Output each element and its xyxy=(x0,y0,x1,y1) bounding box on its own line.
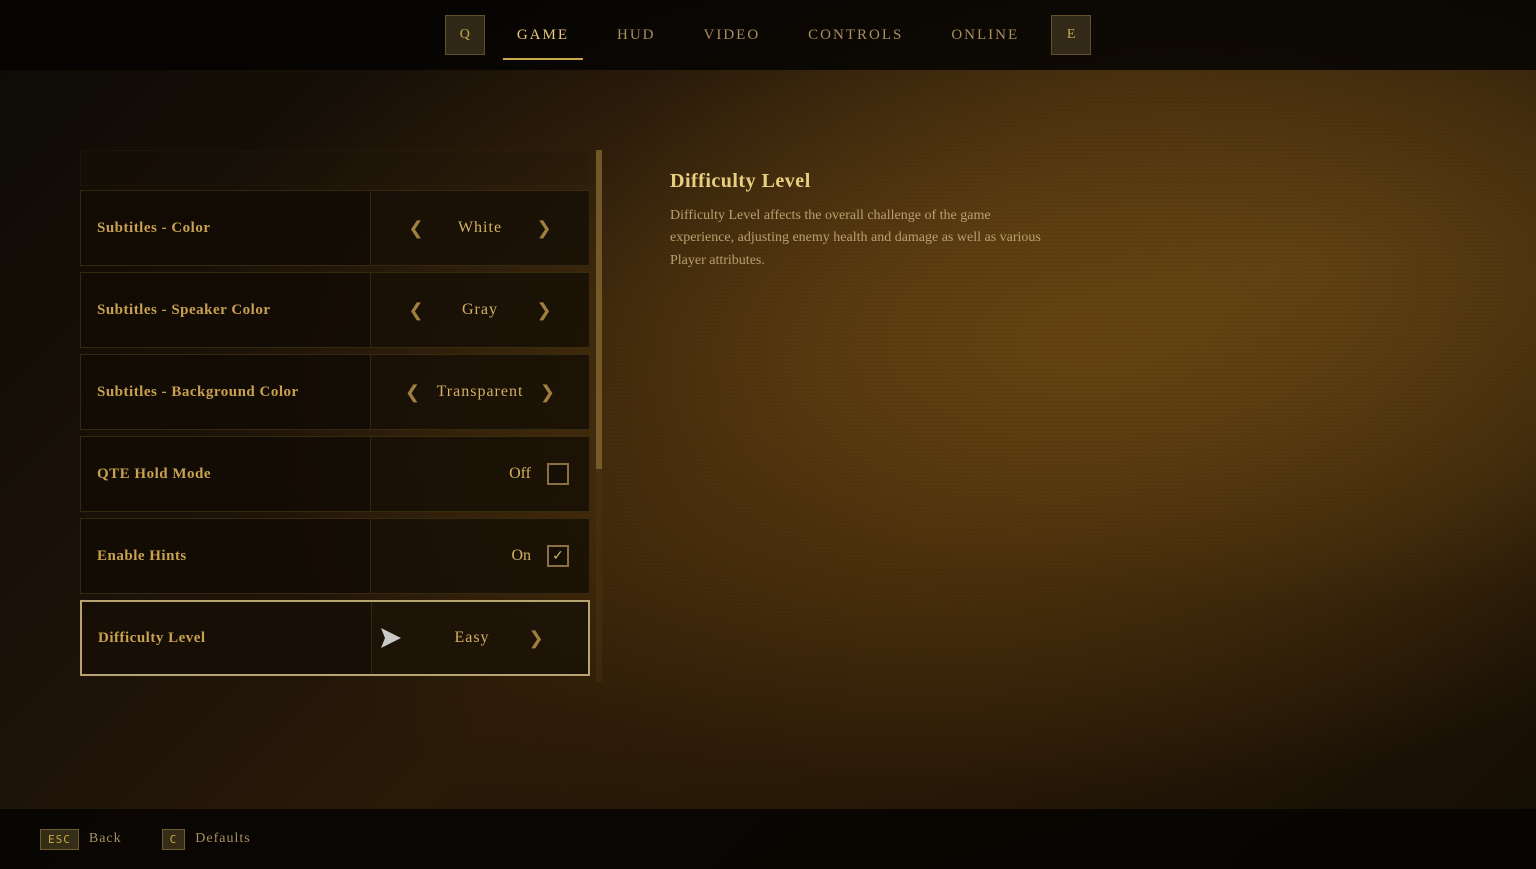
scroll-track xyxy=(596,150,602,682)
tab-game[interactable]: GAME xyxy=(493,19,593,52)
main-content: Subtitles - Color ❮ White ❯ Subtitles - … xyxy=(0,70,1536,869)
setting-label-subtitles-color: Subtitles - Color xyxy=(81,191,371,265)
arrow-left-subtitles-speaker[interactable]: ❮ xyxy=(404,300,428,321)
value-subtitles-color: White xyxy=(440,219,520,237)
setting-label-subtitles-speaker-color: Subtitles - Speaker Color xyxy=(81,273,371,347)
value-enable-hints: On xyxy=(511,547,531,565)
setting-row-subtitles-color[interactable]: Subtitles - Color ❮ White ❯ xyxy=(80,190,590,266)
setting-value-enable-hints: On xyxy=(371,519,589,593)
setting-value-qte-hold-mode: Off xyxy=(371,437,589,511)
arrow-right-subtitles-color[interactable]: ❯ xyxy=(532,218,556,239)
bottom-action-back: ESC Back xyxy=(40,829,122,850)
key-esc[interactable]: ESC xyxy=(40,829,79,850)
info-title: Difficulty Level xyxy=(670,170,1050,193)
checkbox-qte-hold-mode[interactable] xyxy=(547,463,569,485)
tab-controls[interactable]: CONTROLS xyxy=(784,19,927,52)
value-difficulty-level: Easy xyxy=(432,629,512,647)
setting-label-subtitles-bg-color: Subtitles - Background Color xyxy=(81,355,371,429)
tab-online[interactable]: ONLINE xyxy=(927,19,1043,52)
setting-value-subtitles-color: ❮ White ❯ xyxy=(371,191,589,265)
faded-row-top xyxy=(80,150,590,186)
setting-row-difficulty-level[interactable]: Difficulty Level Easy ❯ xyxy=(80,600,590,676)
arrow-left-subtitles-color[interactable]: ❮ xyxy=(404,218,428,239)
scroll-thumb[interactable] xyxy=(596,150,602,469)
setting-row-subtitles-speaker-color[interactable]: Subtitles - Speaker Color ❮ Gray ❯ xyxy=(80,272,590,348)
setting-label-difficulty-level: Difficulty Level xyxy=(82,602,372,674)
info-panel: Difficulty Level Difficulty Level affect… xyxy=(670,170,1050,272)
checkbox-enable-hints[interactable] xyxy=(547,545,569,567)
tab-hud[interactable]: HUD xyxy=(593,19,680,52)
arrow-left-subtitles-bg[interactable]: ❮ xyxy=(401,382,425,403)
setting-label-qte-hold-mode: QTE Hold Mode xyxy=(81,437,371,511)
setting-label-enable-hints: Enable Hints xyxy=(81,519,371,593)
nav-left-icon[interactable]: Q xyxy=(445,15,485,55)
value-qte-hold-mode: Off xyxy=(509,465,531,483)
value-subtitles-speaker-color: Gray xyxy=(440,301,520,319)
label-back: Back xyxy=(89,831,122,847)
arrow-right-difficulty[interactable]: ❯ xyxy=(524,628,548,649)
settings-panel: Subtitles - Color ❮ White ❯ Subtitles - … xyxy=(80,150,590,682)
setting-value-subtitles-speaker-color: ❮ Gray ❯ xyxy=(371,273,589,347)
value-subtitles-bg-color: Transparent xyxy=(437,383,524,401)
bottom-action-defaults: C Defaults xyxy=(162,829,251,850)
arrow-right-subtitles-bg[interactable]: ❯ xyxy=(535,382,559,403)
arrow-right-subtitles-speaker[interactable]: ❯ xyxy=(532,300,556,321)
nav-right-icon[interactable]: E xyxy=(1051,15,1091,55)
setting-row-subtitles-bg-color[interactable]: Subtitles - Background Color ❮ Transpare… xyxy=(80,354,590,430)
info-description: Difficulty Level affects the overall cha… xyxy=(670,205,1050,272)
nav-tabs-container: Q GAME HUD VIDEO CONTROLS ONLINE E xyxy=(437,15,1099,55)
setting-value-subtitles-bg-color: ❮ Transparent ❯ xyxy=(371,355,589,429)
bottom-bar: ESC Back C Defaults xyxy=(0,809,1536,869)
top-navigation: Q GAME HUD VIDEO CONTROLS ONLINE E xyxy=(0,0,1536,70)
key-c[interactable]: C xyxy=(162,829,186,850)
cursor-icon xyxy=(377,624,405,652)
label-defaults: Defaults xyxy=(195,831,250,847)
setting-row-enable-hints[interactable]: Enable Hints On xyxy=(80,518,590,594)
tab-video[interactable]: VIDEO xyxy=(680,19,785,52)
setting-row-qte-hold-mode[interactable]: QTE Hold Mode Off xyxy=(80,436,590,512)
